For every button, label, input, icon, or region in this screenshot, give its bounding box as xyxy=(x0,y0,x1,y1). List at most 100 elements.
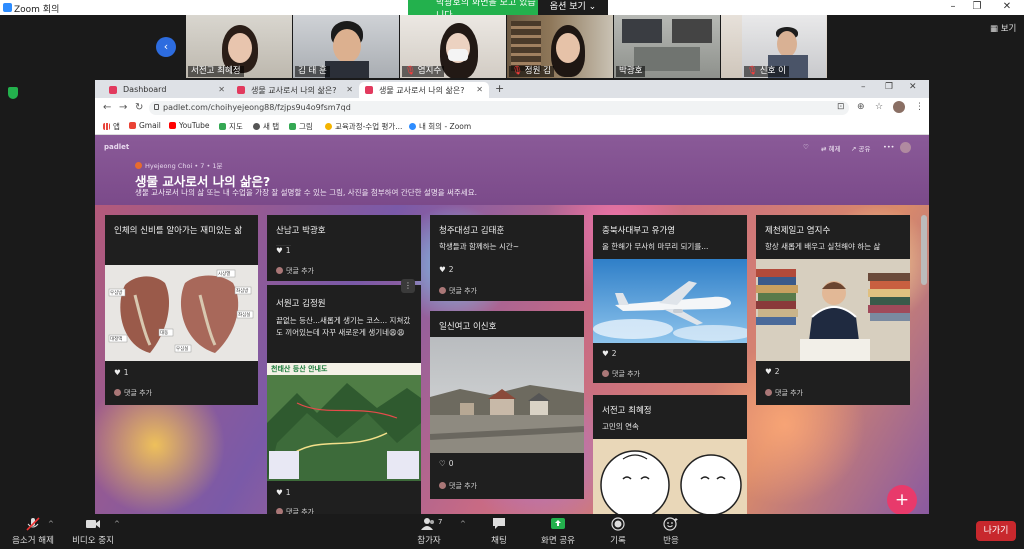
add-comment[interactable]: 댓글 추가 xyxy=(276,266,314,276)
add-comment[interactable]: 댓글 추가 xyxy=(276,507,314,514)
scrollbar-thumb[interactable] xyxy=(921,215,927,285)
profile-avatar[interactable] xyxy=(893,101,905,113)
record-button[interactable]: 기록 xyxy=(604,517,632,546)
post-card[interactable]: 산남고 박광호 ♥ 1 댓글 추가 xyxy=(267,215,421,281)
participant-tile[interactable]: 서전고 최혜정 xyxy=(186,15,292,78)
commenter-avatar xyxy=(602,370,609,377)
like-button[interactable]: ♥ 2 xyxy=(602,349,617,358)
tab-dashboard[interactable]: Dashboard ✕ xyxy=(103,82,231,98)
post-title: 제천제일고 염지수 xyxy=(765,226,831,236)
back-icon[interactable]: ← xyxy=(103,102,111,113)
cast-icon[interactable]: ⊡ xyxy=(837,102,845,112)
participant-tile[interactable]: 김 태 훈 xyxy=(293,15,399,78)
heart-icon[interactable]: ♥ xyxy=(765,367,772,376)
post-card[interactable]: 서전고 최혜정 고민의 연속 xyxy=(593,395,747,514)
participant-tile[interactable]: 🎙 염지수 xyxy=(400,15,506,78)
chat-button[interactable]: 채팅 xyxy=(484,517,514,546)
share-button[interactable]: ↗ 공유 xyxy=(851,143,870,153)
heart-icon[interactable]: ♡ xyxy=(439,459,446,468)
minimize-icon[interactable]: – xyxy=(946,1,960,13)
star-icon[interactable]: ☆ xyxy=(875,102,883,112)
add-post-button[interactable]: + xyxy=(887,485,917,514)
participants-options-icon[interactable]: ^ xyxy=(460,520,466,528)
image-label: 시상열 xyxy=(218,270,230,277)
close-icon[interactable]: ✕ xyxy=(1000,1,1014,13)
share-screen-button[interactable]: 화면 공유 xyxy=(538,517,578,546)
heart-icon[interactable]: ♥ xyxy=(439,265,446,274)
url-input[interactable]: padlet.com/choihyejeong88/fzjps9u4o9fsm7… xyxy=(149,101,849,115)
add-comment[interactable]: 댓글 추가 xyxy=(765,388,803,398)
leave-meeting-button[interactable]: 나가기 xyxy=(976,521,1016,541)
bookmark-gmail[interactable]: Gmail xyxy=(129,121,161,130)
video-camera-icon xyxy=(86,520,100,528)
view-options-button[interactable]: 옵션 보기 ⌄ xyxy=(538,0,608,15)
extension-icon[interactable]: ⊕ xyxy=(857,102,865,112)
strip-prev-button[interactable]: ‹ xyxy=(156,37,176,57)
post-card[interactable]: 제천제일고 염지수 항상 새롭게 배우고 실천해야 하는 삶 ♥ 2 댓글 추가 xyxy=(756,215,910,405)
close-tab-icon[interactable]: ✕ xyxy=(218,85,225,94)
like-button[interactable]: ♥ 2 xyxy=(765,367,780,376)
map-title: 천태산 등산 안내도 xyxy=(271,365,328,373)
reload-icon[interactable]: ↻ xyxy=(135,102,143,113)
padlet-favicon-icon xyxy=(237,86,245,94)
bookmark-youtube[interactable]: YouTube xyxy=(169,121,210,130)
heart-icon[interactable]: ♥ xyxy=(602,349,609,358)
remake-button[interactable]: ⇄ 혜제 xyxy=(821,143,840,153)
restore-icon[interactable]: ❐ xyxy=(885,82,893,92)
participant-tile[interactable]: 🎙 정원 김 xyxy=(507,15,613,78)
stop-video-button[interactable]: 비디오 중지 xyxy=(68,517,118,546)
tab-padlet-1[interactable]: 생물 교사로서 나의 삶은? ✕ xyxy=(231,82,359,98)
post-card[interactable]: 청주대성고 김태훈 학생들과 함께하는 시간~ ♥ 2 댓글 추가 xyxy=(430,215,584,301)
like-button[interactable]: ♥ 1 xyxy=(276,488,291,497)
tab-padlet-active[interactable]: 생물 교사로서 나의 삶은? ✕ xyxy=(359,82,489,98)
reactions-button[interactable]: 반응 xyxy=(656,517,686,546)
add-comment[interactable]: 댓글 추가 xyxy=(439,286,477,296)
participant-name: 🎙 염지수 xyxy=(402,66,445,77)
padlet-description: 생물 교사로서 나의 삶 또는 내 수업을 가장 잘 설명할 수 있는 그림, … xyxy=(135,188,477,197)
post-card[interactable]: 인체의 신비를 알아가는 재미있는 삶 시상열 좌심방 우심방 좌심실 대동 우… xyxy=(105,215,258,405)
heart-icon[interactable]: ♥ xyxy=(276,246,283,255)
post-card[interactable]: 충북사대부고 유가영 올 한해가 무사히 마무리 되기를... ♥ 2 댓글 추… xyxy=(593,215,747,383)
commenter-avatar xyxy=(276,267,283,274)
like-button[interactable]: ♡ 0 xyxy=(439,459,454,468)
shield-icon[interactable] xyxy=(8,87,18,99)
post-image xyxy=(756,259,910,361)
like-button[interactable]: ♥ 1 xyxy=(276,245,291,255)
post-card[interactable]: 일신여고 이신호 ♡ 0 댓글 추가 xyxy=(430,311,584,499)
bookmark-zoom[interactable]: 내 회의 - Zoom xyxy=(409,121,471,132)
post-card[interactable]: ⋮ 서원고 김정원 끝없는 등산...새롭게 생기는 코스... 지쳐갔도 끼어… xyxy=(267,279,421,514)
user-avatar[interactable] xyxy=(900,142,911,153)
view-button[interactable]: ▦ 보기 xyxy=(990,22,1016,34)
heart-icon[interactable]: ♥ xyxy=(114,368,121,377)
image-label: 좌심방 xyxy=(236,287,248,294)
video-options-icon[interactable]: ^ xyxy=(114,520,120,528)
close-icon[interactable]: ✕ xyxy=(909,82,917,92)
add-comment[interactable]: 댓글 추가 xyxy=(439,481,477,491)
bookmark-maps[interactable]: 지도 xyxy=(219,121,243,132)
heart-icon[interactable]: ♥ xyxy=(276,488,283,497)
forward-icon[interactable]: → xyxy=(119,102,127,113)
more-icon[interactable]: ••• xyxy=(883,143,895,151)
more-menu-icon[interactable]: ⋮ xyxy=(915,102,924,112)
participant-tile[interactable]: 🎙 신호 이 xyxy=(742,15,826,78)
heart-icon[interactable]: ♡ xyxy=(803,143,809,151)
audio-options-icon[interactable]: ^ xyxy=(48,520,54,528)
close-tab-icon[interactable]: ✕ xyxy=(476,85,483,94)
bookmark-drawing[interactable]: 그림 xyxy=(289,121,313,132)
post-body: 학생들과 함께하는 시간~ xyxy=(439,242,520,251)
add-comment[interactable]: 댓글 추가 xyxy=(114,388,152,398)
like-button[interactable]: ♥ 2 xyxy=(439,265,454,274)
participant-tile[interactable]: 박광호 xyxy=(614,15,720,78)
new-tab-button[interactable]: + xyxy=(495,82,504,95)
commenter-avatar xyxy=(114,389,121,396)
bookmark-apps[interactable]: 앱 xyxy=(103,121,120,132)
post-menu-icon[interactable]: ⋮ xyxy=(401,279,415,293)
bookmark-new-tab[interactable]: 새 탭 xyxy=(253,121,279,132)
close-tab-icon[interactable]: ✕ xyxy=(346,85,353,94)
bookmark-curriculum[interactable]: 교육과정-수업 평가... xyxy=(325,121,402,132)
restore-icon[interactable]: ❐ xyxy=(970,1,984,13)
minimize-icon[interactable]: – xyxy=(861,82,866,92)
add-comment[interactable]: 댓글 추가 xyxy=(602,369,640,379)
like-button[interactable]: ♥ 1 xyxy=(114,368,129,377)
padlet-logo[interactable]: padlet xyxy=(104,143,129,151)
